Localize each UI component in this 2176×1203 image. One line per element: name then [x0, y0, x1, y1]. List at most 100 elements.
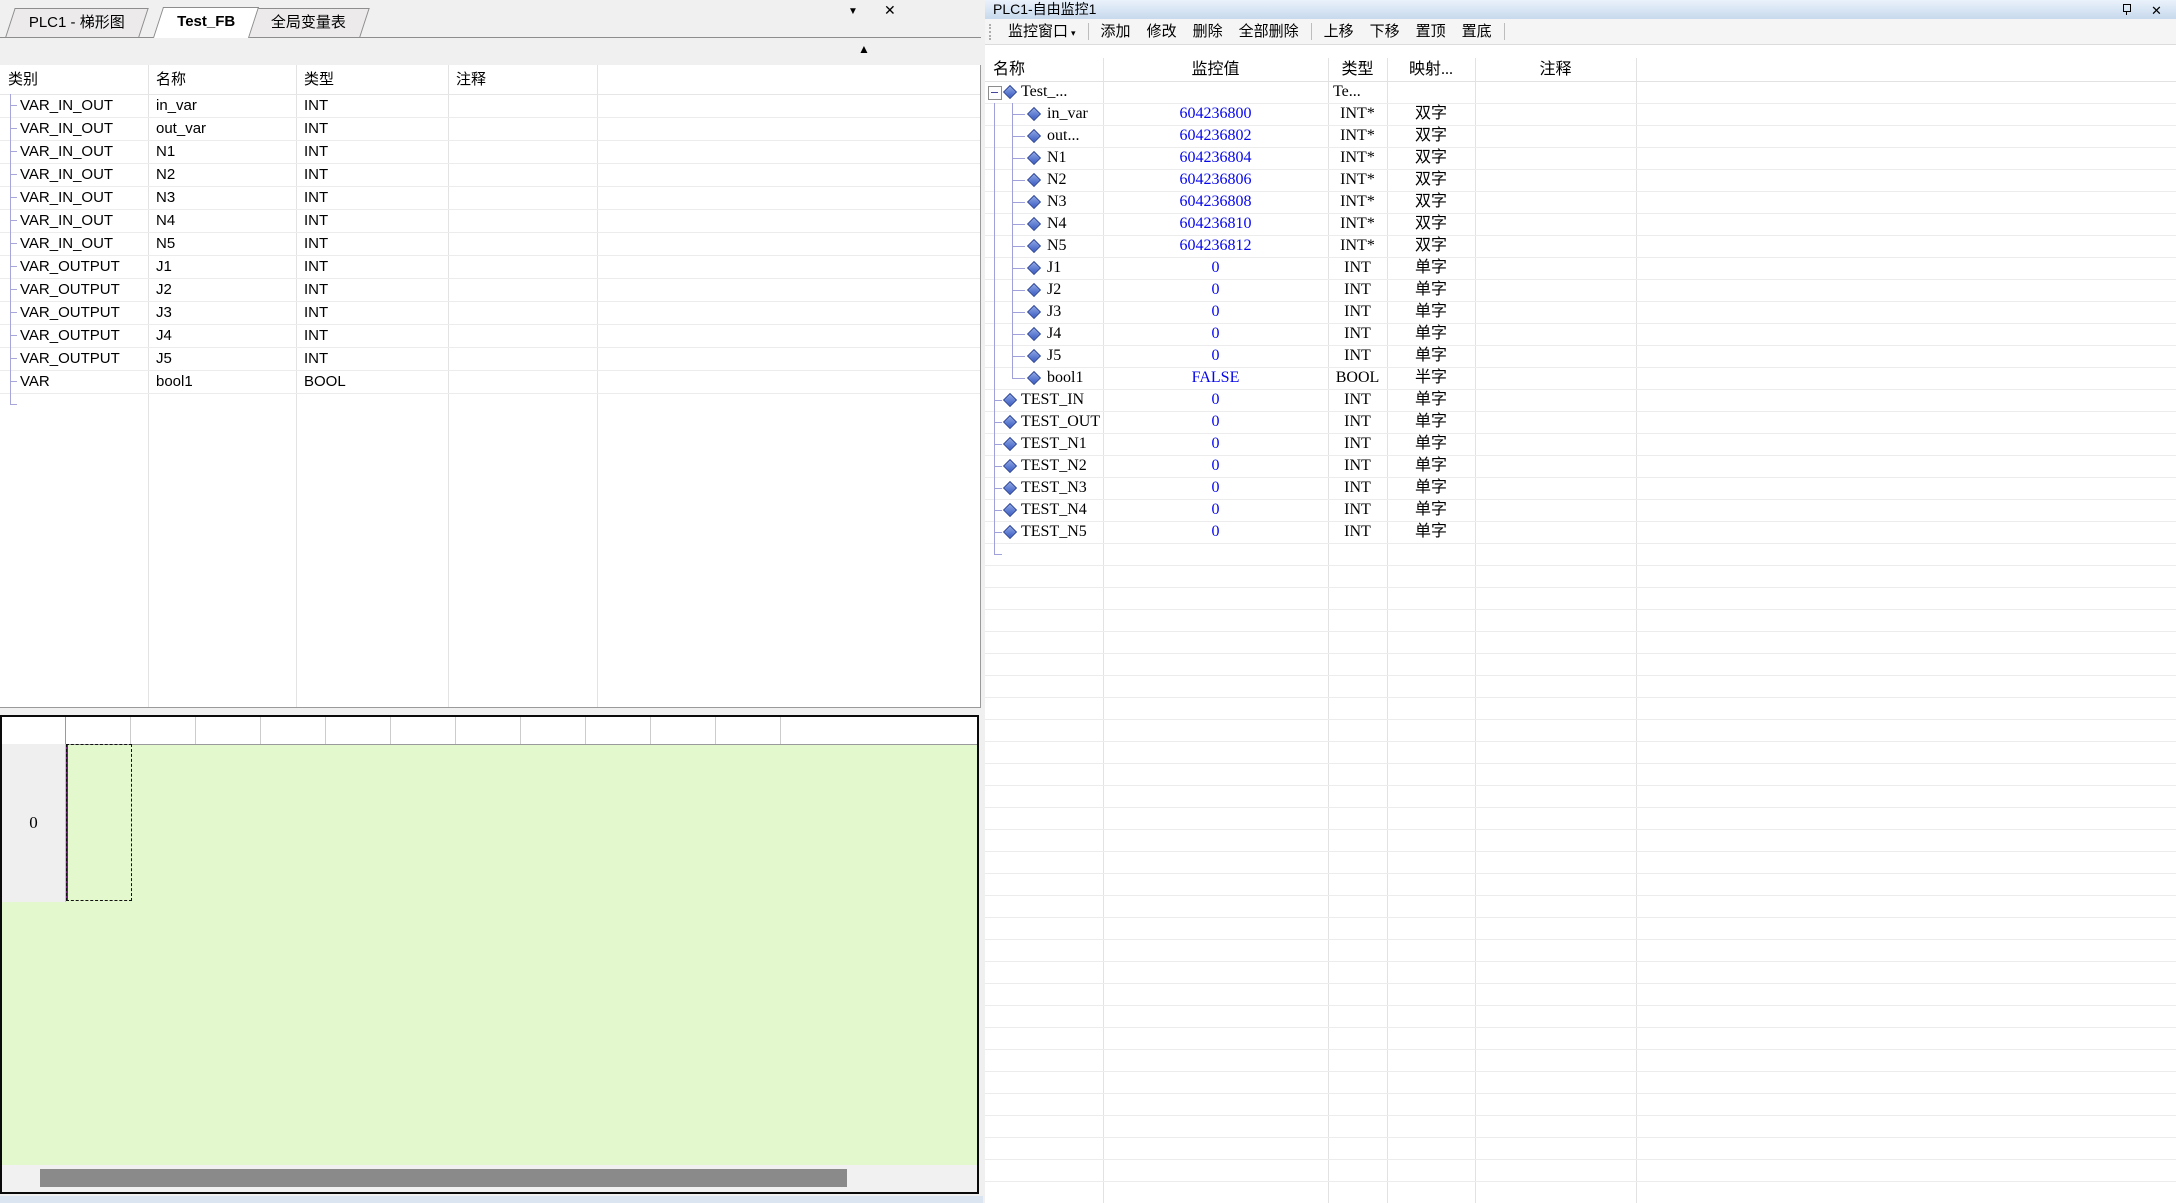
- watch-row[interactable]: N5604236812INT*双字: [985, 235, 2176, 258]
- cell-category: VAR_OUTPUT: [20, 324, 120, 347]
- watch-row[interactable]: J50INT单字: [985, 345, 2176, 368]
- watch-row-empty[interactable]: [985, 697, 2176, 720]
- variable-diamond-icon: [1027, 217, 1041, 231]
- tab-global-vars[interactable]: 全局变量表: [247, 8, 369, 37]
- watch-row-empty[interactable]: [985, 741, 2176, 764]
- table-row[interactable]: VAR_IN_OUTN3INT: [0, 186, 980, 210]
- watch-row-empty[interactable]: [985, 851, 2176, 874]
- table-row[interactable]: VAR_OUTPUTJ5INT: [0, 347, 980, 371]
- watch-row-empty[interactable]: [985, 983, 2176, 1006]
- move-top-button[interactable]: 置顶: [1408, 21, 1454, 43]
- watch-row-empty[interactable]: [985, 1093, 2176, 1116]
- table-row[interactable]: VAR_IN_OUTN2INT: [0, 163, 980, 187]
- watch-row-empty[interactable]: [985, 1005, 2176, 1028]
- watch-row-empty[interactable]: [985, 1115, 2176, 1138]
- table-row[interactable]: VAR_OUTPUTJ4INT: [0, 324, 980, 348]
- watch-row-empty[interactable]: [985, 939, 2176, 962]
- watch-row[interactable]: bool1FALSEBOOL半字: [985, 367, 2176, 390]
- watch-row-empty[interactable]: [985, 873, 2176, 896]
- watch-row-empty[interactable]: [985, 961, 2176, 984]
- watch-row-empty[interactable]: [985, 829, 2176, 852]
- watch-row[interactable]: J30INT单字: [985, 301, 2176, 324]
- table-row[interactable]: VAR_IN_OUTN1INT: [0, 140, 980, 164]
- cell-type: Te...: [1328, 81, 1392, 103]
- watch-row-empty[interactable]: [985, 1137, 2176, 1160]
- delete-button[interactable]: 删除: [1185, 21, 1231, 43]
- table-row[interactable]: VAR_IN_OUTN4INT: [0, 209, 980, 233]
- modify-button[interactable]: 修改: [1139, 21, 1185, 43]
- table-row[interactable]: VAR_OUTPUTJ3INT: [0, 301, 980, 325]
- watch-row[interactable]: J20INT单字: [985, 279, 2176, 302]
- watch-row[interactable]: Test_...Te...: [985, 81, 2176, 104]
- tree-branch-tick: [10, 266, 17, 267]
- table-row[interactable]: VAR_IN_OUTin_varINT: [0, 94, 980, 118]
- watch-row-empty[interactable]: [985, 543, 2176, 566]
- watch-row-empty[interactable]: [985, 1071, 2176, 1094]
- ladder-cell-divider: [585, 717, 586, 744]
- tree-branch-tick: [1012, 224, 1025, 225]
- tree-trunk-line: [994, 235, 995, 257]
- editor-panel: PLC1 - 梯形图 Test_FB 全局变量表 ▼ ✕ 添加 删除 上移 下移…: [0, 0, 981, 1203]
- watch-row-empty[interactable]: [985, 587, 2176, 610]
- table-row[interactable]: VAR_OUTPUTJ1INT: [0, 255, 980, 279]
- watch-row-empty[interactable]: [985, 807, 2176, 830]
- move-up-button[interactable]: 上移: [1316, 21, 1362, 43]
- watch-row-empty[interactable]: [985, 1049, 2176, 1072]
- watch-row[interactable]: N4604236810INT*双字: [985, 213, 2176, 236]
- add-button[interactable]: 添加: [1093, 21, 1139, 43]
- watch-row-empty[interactable]: [985, 719, 2176, 742]
- watch-row-empty[interactable]: [985, 1181, 2176, 1203]
- watch-row[interactable]: N2604236806INT*双字: [985, 169, 2176, 192]
- horizontal-scrollbar[interactable]: [2, 1165, 977, 1192]
- watch-row-empty[interactable]: [985, 917, 2176, 940]
- scrollbar-thumb[interactable]: [40, 1169, 847, 1187]
- table-row[interactable]: VAR_OUTPUTJ2INT: [0, 278, 980, 302]
- ladder-editor[interactable]: 0: [0, 715, 979, 1194]
- tree-collapse-box[interactable]: [988, 86, 1002, 100]
- cell-category: VAR_OUTPUT: [20, 255, 120, 278]
- tab-plc1-ladder[interactable]: PLC1 - 梯形图: [5, 8, 148, 37]
- cell-category: VAR_OUTPUT: [20, 278, 120, 301]
- close-icon[interactable]: ✕: [884, 2, 896, 19]
- move-bottom-button[interactable]: 置底: [1454, 21, 1500, 43]
- cell-type: INT: [1328, 411, 1387, 433]
- cell-name: J5: [156, 347, 172, 370]
- move-down-button[interactable]: 下移: [1362, 21, 1408, 43]
- table-row[interactable]: VAR_IN_OUTout_varINT: [0, 117, 980, 141]
- watch-row-empty[interactable]: [985, 763, 2176, 786]
- watch-row[interactable]: out...604236802INT*双字: [985, 125, 2176, 148]
- watch-row[interactable]: TEST_N10INT单字: [985, 433, 2176, 456]
- watch-row-empty[interactable]: [985, 785, 2176, 808]
- watch-row[interactable]: J40INT单字: [985, 323, 2176, 346]
- cell-name: J2: [1047, 279, 1061, 301]
- watch-row[interactable]: in_var604236800INT*双字: [985, 103, 2176, 126]
- watch-row[interactable]: N3604236808INT*双字: [985, 191, 2176, 214]
- pin-icon[interactable]: [2123, 4, 2131, 15]
- monitor-window-dropdown[interactable]: 监控窗口▾: [1000, 21, 1084, 43]
- watch-row-empty[interactable]: [985, 631, 2176, 654]
- watch-row-empty[interactable]: [985, 653, 2176, 676]
- watch-row-empty[interactable]: [985, 675, 2176, 698]
- watch-row[interactable]: TEST_IN0INT单字: [985, 389, 2176, 412]
- tab-test-fb[interactable]: Test_FB: [153, 7, 259, 38]
- collapse-arrow-icon[interactable]: ▲: [858, 42, 870, 56]
- watch-row[interactable]: N1604236804INT*双字: [985, 147, 2176, 170]
- tab-list-dropdown-icon[interactable]: ▼: [848, 6, 858, 17]
- watch-row[interactable]: J10INT单字: [985, 257, 2176, 280]
- close-icon[interactable]: ✕: [2151, 1, 2162, 20]
- watch-row-empty[interactable]: [985, 1159, 2176, 1182]
- delete-all-button[interactable]: 全部删除: [1231, 21, 1307, 43]
- watch-row[interactable]: TEST_N50INT单字: [985, 521, 2176, 544]
- watch-row[interactable]: TEST_N20INT单字: [985, 455, 2176, 478]
- selected-cell-marquee[interactable]: [66, 744, 132, 901]
- watch-row[interactable]: TEST_N30INT单字: [985, 477, 2176, 500]
- watch-row-empty[interactable]: [985, 1027, 2176, 1050]
- watch-row-empty[interactable]: [985, 609, 2176, 632]
- watch-row-empty[interactable]: [985, 895, 2176, 918]
- table-row[interactable]: VARbool1BOOL: [0, 370, 980, 394]
- table-row[interactable]: VAR_IN_OUTN5INT: [0, 232, 980, 256]
- watch-row[interactable]: TEST_N40INT单字: [985, 499, 2176, 522]
- watch-row-empty[interactable]: [985, 565, 2176, 588]
- cell-monitor-value: 604236800: [1103, 103, 1328, 125]
- watch-row[interactable]: TEST_OUT0INT单字: [985, 411, 2176, 434]
